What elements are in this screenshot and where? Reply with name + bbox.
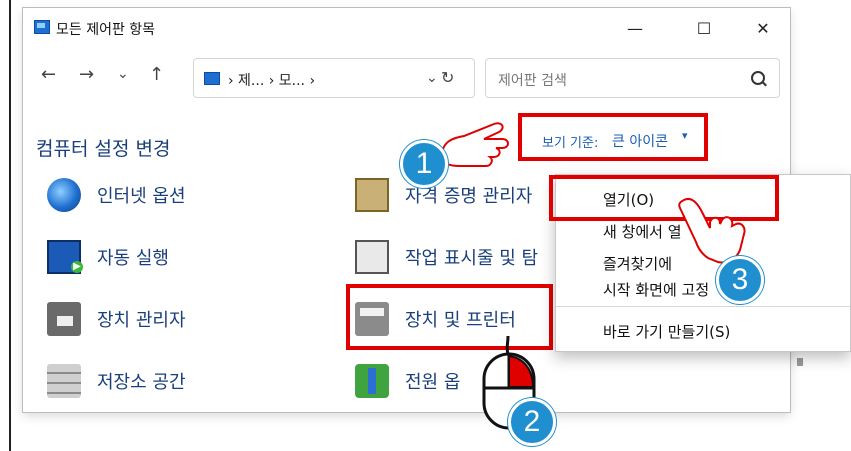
address-dropdown-chevron-icon[interactable]: ⌄ bbox=[426, 70, 438, 86]
search-placeholder: 제어판 검색 bbox=[498, 73, 567, 89]
back-arrow-icon[interactable]: ← bbox=[41, 64, 56, 85]
pointing-hand-icon bbox=[440, 122, 509, 167]
address-bar[interactable]: › 제... › 모... › ⌄ bbox=[193, 58, 475, 98]
navigation-bar: ← → ⌄ ↑ › 제... › 모... › ⌄ ↻ 제어판 검색 bbox=[23, 54, 790, 102]
control-panel-icon bbox=[34, 20, 50, 34]
context-menu-add-favorites[interactable]: 즐겨찾기에 bbox=[603, 253, 672, 274]
item-credential-manager[interactable]: 자격 증명 관리자 bbox=[355, 175, 532, 215]
view-by-caret-icon[interactable]: ▾ bbox=[682, 129, 688, 142]
context-menu-pin-start[interactable]: 시작 화면에 고정 bbox=[603, 279, 709, 300]
device-manager-icon bbox=[47, 302, 81, 336]
close-button[interactable]: ✕ bbox=[741, 12, 785, 44]
item-label: 저장소 공간 bbox=[97, 372, 186, 393]
item-label: 전원 옵 bbox=[405, 372, 461, 393]
refresh-icon[interactable]: ↻ bbox=[441, 68, 454, 87]
search-icon[interactable] bbox=[751, 71, 765, 85]
context-menu-open-new-window[interactable]: 새 창에서 열 bbox=[603, 221, 682, 242]
item-autoplay[interactable]: 자동 실행 bbox=[47, 237, 169, 277]
maximize-button[interactable]: ☐ bbox=[682, 12, 726, 44]
recent-locations-chevron-icon[interactable]: ⌄ bbox=[117, 66, 129, 82]
step-badge-2: 2 bbox=[508, 398, 556, 446]
item-taskbar[interactable]: 작업 표시줄 및 탐 bbox=[355, 237, 538, 277]
item-internet-options[interactable]: 인터넷 옵션 bbox=[47, 175, 186, 215]
item-label: 장치 관리자 bbox=[97, 310, 186, 331]
item-device-manager[interactable]: 장치 관리자 bbox=[47, 299, 186, 339]
title-bar: 모든 제어판 항목 — ☐ ✕ bbox=[23, 8, 790, 48]
globe-icon bbox=[47, 178, 81, 212]
step-badge-3: 3 bbox=[716, 256, 764, 304]
window-title: 모든 제어판 항목 bbox=[56, 22, 156, 38]
up-arrow-icon[interactable]: ↑ bbox=[149, 64, 164, 85]
scrollbar-thumb[interactable] bbox=[797, 358, 803, 366]
storage-spaces-icon bbox=[47, 364, 81, 398]
page-title: 컴퓨터 설정 변경 bbox=[36, 138, 171, 160]
context-menu-create-shortcut[interactable]: 바로 가기 만들기(S) bbox=[603, 321, 730, 342]
page-left-border bbox=[0, 0, 11, 451]
view-by-highlight-box: 보기 기준: 큰 아이콘 ▾ bbox=[518, 113, 708, 161]
power-options-icon bbox=[355, 364, 389, 398]
taskbar-icon bbox=[355, 240, 389, 274]
credential-manager-icon bbox=[355, 178, 389, 212]
item-power-options[interactable]: 전원 옵 bbox=[355, 361, 460, 401]
step-badge-1: 1 bbox=[400, 140, 448, 188]
item-label: 작업 표시줄 및 탐 bbox=[405, 248, 539, 269]
control-panel-icon bbox=[204, 72, 220, 85]
autoplay-icon bbox=[47, 240, 83, 274]
search-input[interactable]: 제어판 검색 bbox=[485, 58, 780, 98]
breadcrumb[interactable]: › 제... › 모... › bbox=[228, 70, 315, 90]
view-by-label: 보기 기준: bbox=[542, 136, 599, 151]
context-menu-separator bbox=[556, 306, 850, 307]
minimize-button[interactable]: — bbox=[613, 12, 657, 44]
item-label: 인터넷 옵션 bbox=[97, 186, 186, 207]
forward-arrow-icon[interactable]: → bbox=[79, 64, 94, 85]
item-label: 자동 실행 bbox=[97, 248, 169, 269]
item-storage-spaces[interactable]: 저장소 공간 bbox=[47, 361, 186, 401]
view-by-dropdown[interactable]: 큰 아이콘 bbox=[612, 131, 668, 151]
